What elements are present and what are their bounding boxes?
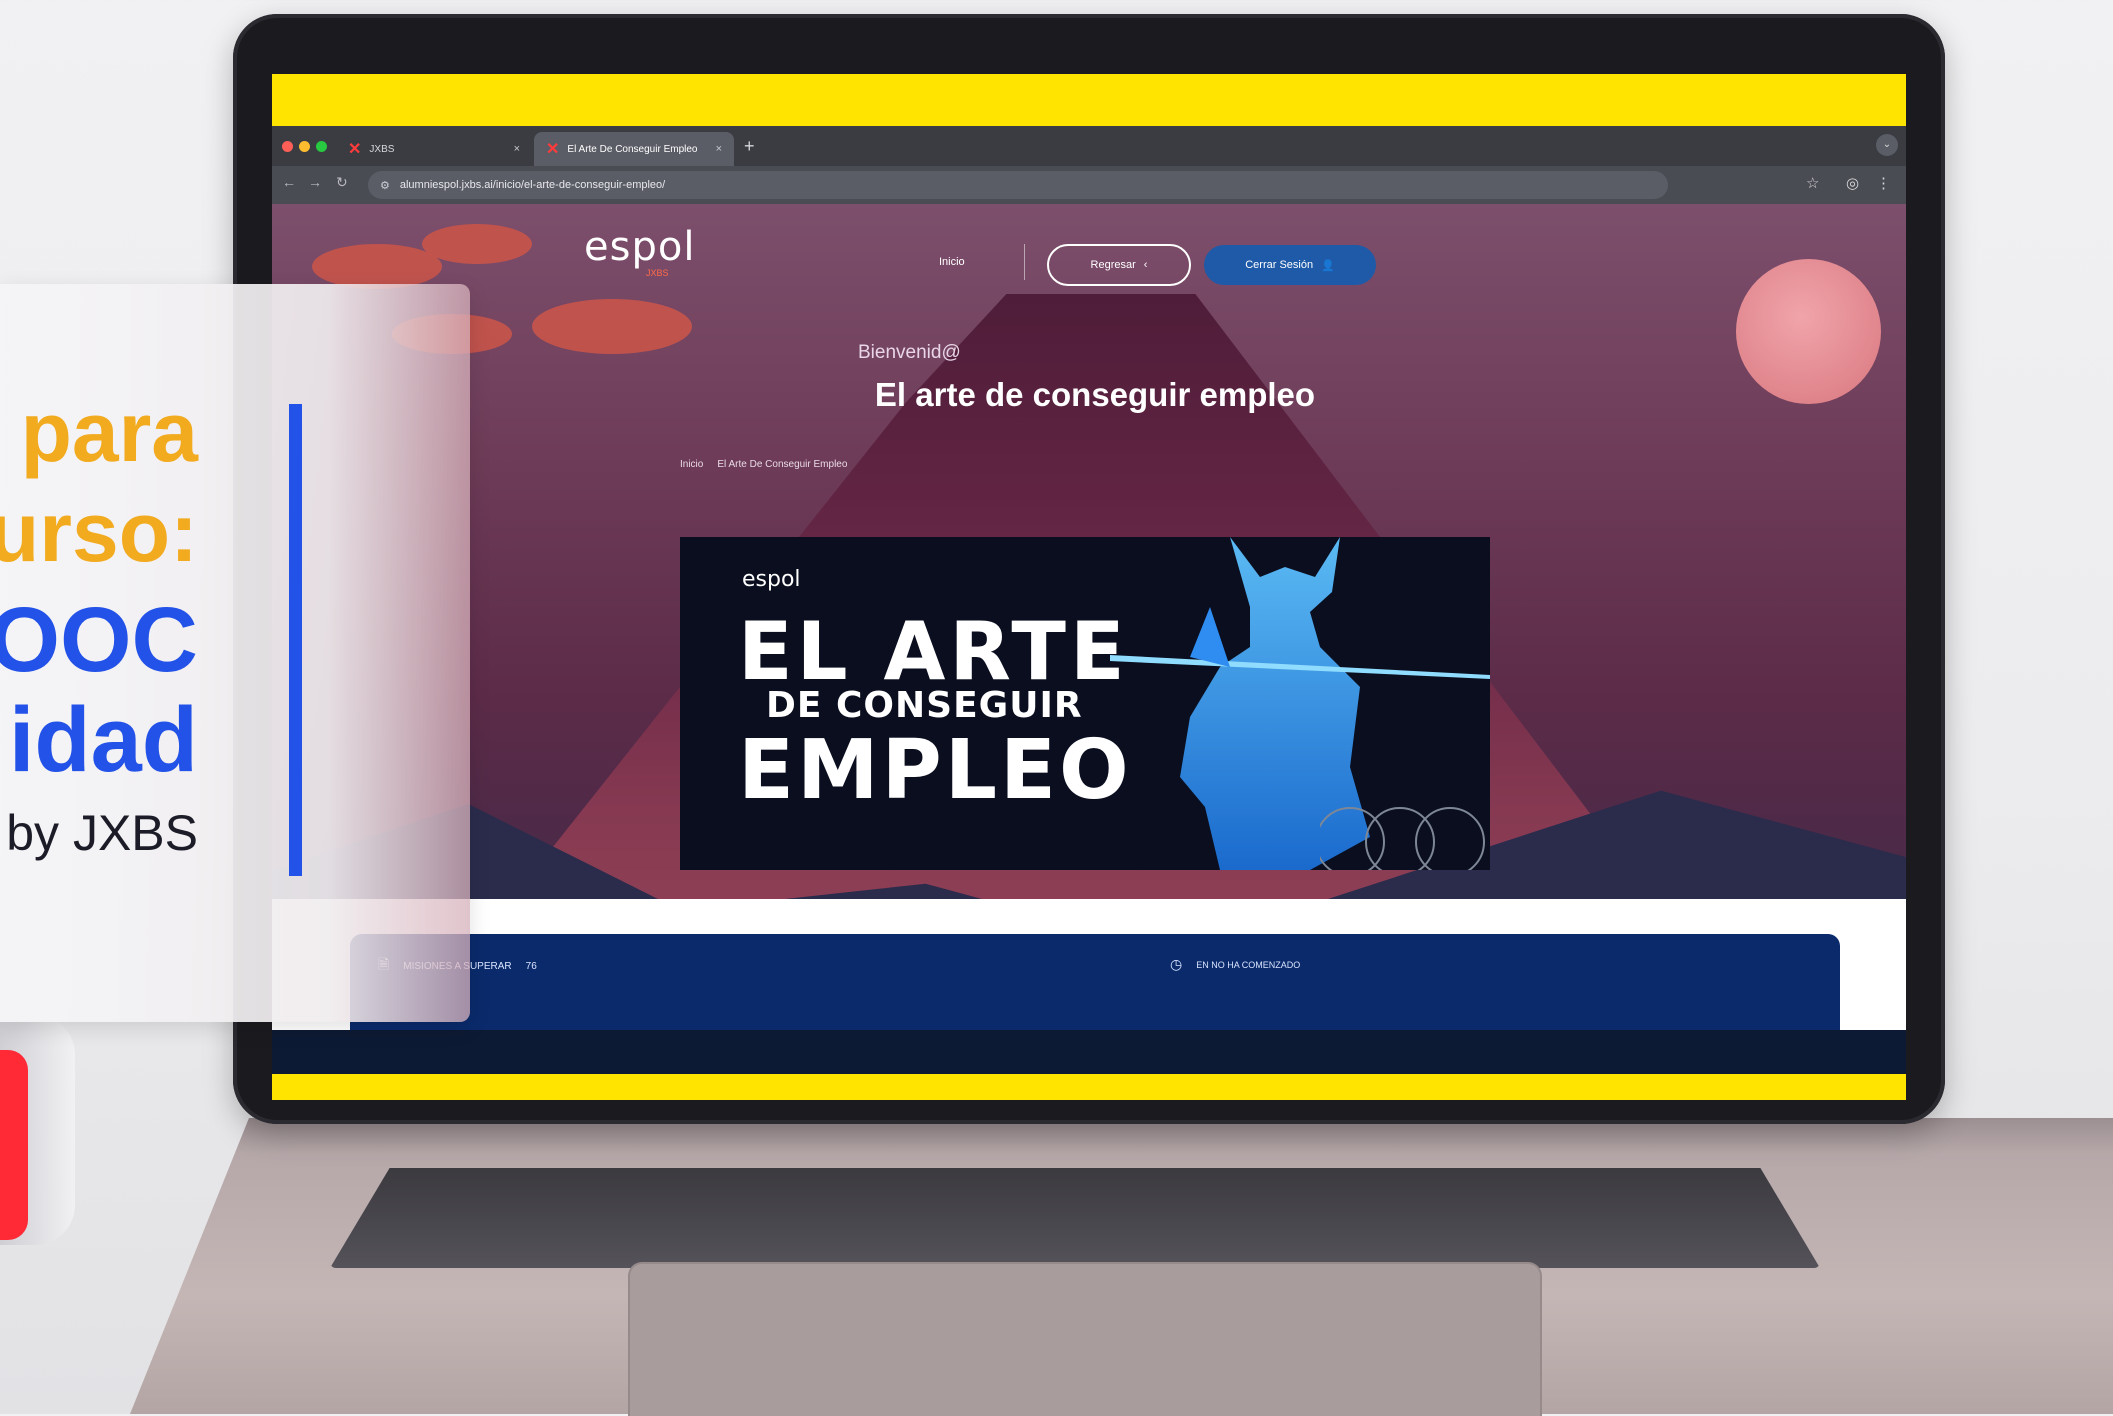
address-bar[interactable]: ⚙ alumniespol.jxbs.ai/inicio/el-arte-de-… xyxy=(368,171,1668,199)
nav-home-link[interactable]: Inicio xyxy=(939,256,965,268)
back-button-label: Regresar xyxy=(1090,259,1136,271)
yellow-frame-bottom xyxy=(272,1074,1906,1100)
promo-line-5: by JXBS xyxy=(6,805,198,861)
missions-count: 76 xyxy=(525,960,537,972)
menu-kebab-icon[interactable]: ⋮ xyxy=(1876,174,1891,192)
tab-label: JXBS xyxy=(369,143,395,155)
browser-tab-course[interactable]: ✕ El Arte De Conseguir Empleo × xyxy=(534,132,734,166)
bookmark-star-icon[interactable]: ☆ xyxy=(1806,174,1819,192)
nav-divider xyxy=(1024,244,1025,280)
logout-button[interactable]: Cerrar Sesión 👤 xyxy=(1204,245,1376,285)
breadcrumb-home[interactable]: Inicio xyxy=(680,459,703,470)
window-minimize-dot[interactable] xyxy=(299,141,310,152)
window-close-dot[interactable] xyxy=(282,141,293,152)
clock-icon: ◷ xyxy=(1170,956,1183,972)
url-text: alumniespol.jxbs.ai/inicio/el-arte-de-co… xyxy=(399,179,666,191)
back-button[interactable]: Regresar ‹ xyxy=(1047,244,1191,286)
forward-arrow-icon[interactable]: → xyxy=(308,174,322,190)
screen-footer xyxy=(272,1030,1906,1074)
tab-search-icon[interactable]: ⌄ xyxy=(1876,134,1898,156)
promo-line-4: idad xyxy=(8,689,198,791)
circles-decoration xyxy=(1320,807,1485,870)
logout-button-label: Cerrar Sesión xyxy=(1245,259,1314,271)
banner-title-line3: EMPLEO xyxy=(738,723,1132,818)
browser-toolbar: ← → ↻ ⚙ alumniespol.jxbs.ai/inicio/el-ar… xyxy=(272,166,1906,204)
banner-title-line2: DE CONSEGUIR xyxy=(766,685,1083,726)
x-logo-icon: ✕ xyxy=(348,141,362,158)
promo-line-1: para xyxy=(20,385,198,479)
promo-card: para urso: OOC idad by JXBS xyxy=(0,284,470,1022)
tree-illustration xyxy=(532,299,692,354)
tree-illustration xyxy=(312,244,442,289)
back-arrow-icon[interactable]: ← xyxy=(282,174,296,190)
window-maximize-dot[interactable] xyxy=(316,141,327,152)
red-decoration xyxy=(0,1050,28,1240)
promo-accent-bar xyxy=(289,404,302,876)
laptop-keyboard xyxy=(330,1168,1820,1268)
course-page: espol JXBS Inicio Regresar ‹ Cerrar Sesi… xyxy=(272,204,1906,1030)
close-icon[interactable]: × xyxy=(514,143,520,155)
tab-label: El Arte De Conseguir Empleo xyxy=(567,143,698,155)
close-icon[interactable]: × xyxy=(716,143,722,155)
promo-line-3: OOC xyxy=(0,589,198,691)
profile-icon[interactable]: ◎ xyxy=(1846,174,1859,192)
browser-tab-bar: ✕ JXBS × ✕ El Arte De Conseguir Empleo ×… xyxy=(272,126,1906,166)
espol-logo-sub: JXBS xyxy=(646,268,669,278)
breadcrumb-current: El Arte De Conseguir Empleo xyxy=(717,459,848,470)
banner-espol-logo: espol xyxy=(742,567,801,592)
chevron-left-icon: ‹ xyxy=(1143,259,1148,271)
reload-icon[interactable]: ↻ xyxy=(336,174,348,191)
breadcrumb: Inicio El Arte De Conseguir Empleo xyxy=(680,459,847,470)
course-title: El arte de conseguir empleo xyxy=(874,376,1316,413)
yellow-frame-top xyxy=(272,74,1906,126)
status-info: ◷ EN NO HA COMENZADO xyxy=(1170,956,1300,973)
course-info-bar: 🗎 MISIONES A SUPERAR 76 ◷ EN NO HA COMEN… xyxy=(350,934,1840,1030)
course-banner: espol EL ARTE DE CONSEGUIR EMPLEO xyxy=(680,537,1490,870)
x-logo-icon: ✕ xyxy=(546,141,560,158)
welcome-text: Bienvenid@ xyxy=(858,342,961,363)
promo-line-2: urso: xyxy=(0,485,198,579)
user-logout-icon: 👤 xyxy=(1321,259,1335,272)
browser-tab-jxbs[interactable]: ✕ JXBS × xyxy=(336,132,532,166)
new-tab-icon[interactable]: + xyxy=(744,136,755,157)
tree-illustration xyxy=(422,224,532,264)
site-info-icon[interactable]: ⚙ xyxy=(380,179,390,192)
laptop-screen: ✕ JXBS × ✕ El Arte De Conseguir Empleo ×… xyxy=(272,74,1906,1100)
status-text: EN NO HA COMENZADO xyxy=(1196,959,1301,970)
espol-logo[interactable]: espol xyxy=(584,224,695,270)
laptop-trackpad xyxy=(628,1262,1542,1416)
